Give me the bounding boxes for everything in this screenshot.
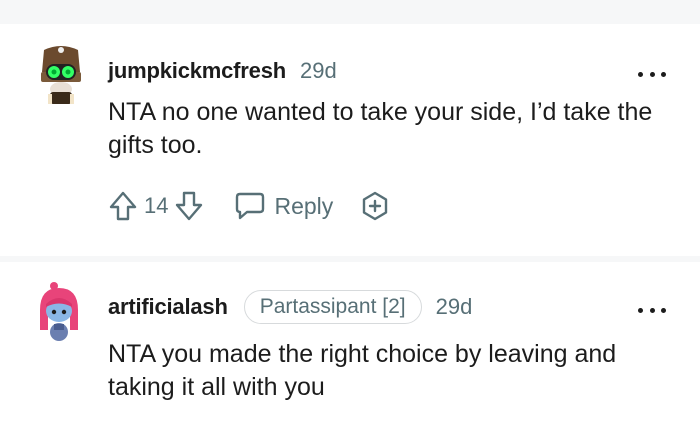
upvote-icon[interactable] <box>108 190 138 222</box>
user-flair-badge: Partassipant [2] <box>243 290 422 324</box>
reply-icon <box>236 192 265 220</box>
snoo-avatar-goggles-icon[interactable] <box>38 42 84 104</box>
comment-body: NTA you made the right choice by leaving… <box>108 340 617 401</box>
award-icon <box>363 191 388 221</box>
snoo-avatar-pink-hair-icon[interactable] <box>36 280 82 342</box>
more-options-icon[interactable] <box>638 69 666 79</box>
comment-actions: 14 Reply <box>108 190 391 222</box>
comment-card: jumpkickmcfresh 29d NTA no one wanted to… <box>0 24 700 256</box>
comment-timestamp[interactable]: 29d <box>436 294 473 320</box>
reply-label: Reply <box>274 192 334 219</box>
comment-body: NTA no one wanted to take your side, I’d… <box>108 98 653 159</box>
reply-button[interactable]: Reply <box>234 191 333 221</box>
comment-header: artificialash Partassipant [2] 29d <box>108 290 472 324</box>
more-options-icon[interactable] <box>638 305 666 315</box>
vote-count: 14 <box>144 193 169 218</box>
award-button[interactable] <box>359 190 391 222</box>
downvote-icon[interactable] <box>174 190 204 222</box>
comment-timestamp[interactable]: 29d <box>300 58 337 84</box>
username-link[interactable]: artificialash <box>108 294 228 320</box>
username-link[interactable]: jumpkickmcfresh <box>108 58 286 84</box>
top-separator <box>0 0 700 24</box>
comment-card: artificialash Partassipant [2] 29d NTA y… <box>0 262 700 423</box>
comment-header: jumpkickmcfresh 29d <box>108 58 337 84</box>
